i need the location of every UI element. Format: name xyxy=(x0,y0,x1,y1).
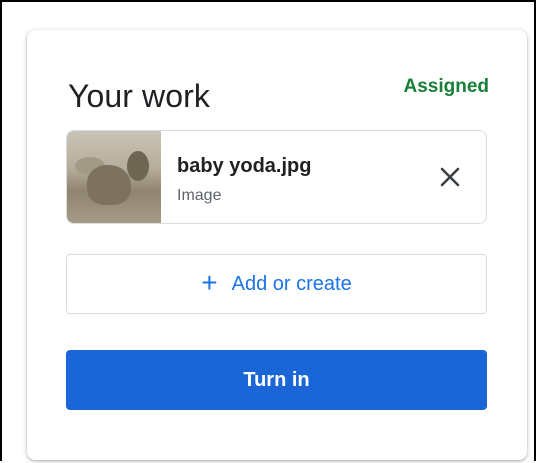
add-or-create-label: Add or create xyxy=(231,272,352,295)
plus-icon: + xyxy=(201,267,218,298)
attachment-name[interactable]: baby yoda.jpg xyxy=(177,155,311,178)
image-thumbnail[interactable] xyxy=(67,131,161,223)
turn-in-button[interactable]: Turn in xyxy=(66,350,487,410)
your-work-card: Your work Assigned baby yoda.jpg Image +… xyxy=(27,30,527,460)
add-or-create-button[interactable]: + Add or create xyxy=(66,254,487,314)
attachment-type: Image xyxy=(177,187,222,204)
thumbnail-detail xyxy=(127,151,149,181)
attachment-item[interactable]: baby yoda.jpg Image xyxy=(66,130,487,224)
card-title: Your work xyxy=(68,78,211,114)
status-badge: Assigned xyxy=(403,76,489,97)
close-icon xyxy=(440,167,460,187)
remove-attachment-button[interactable] xyxy=(430,157,470,197)
turn-in-label: Turn in xyxy=(243,368,310,391)
thumbnail-detail xyxy=(87,165,131,205)
